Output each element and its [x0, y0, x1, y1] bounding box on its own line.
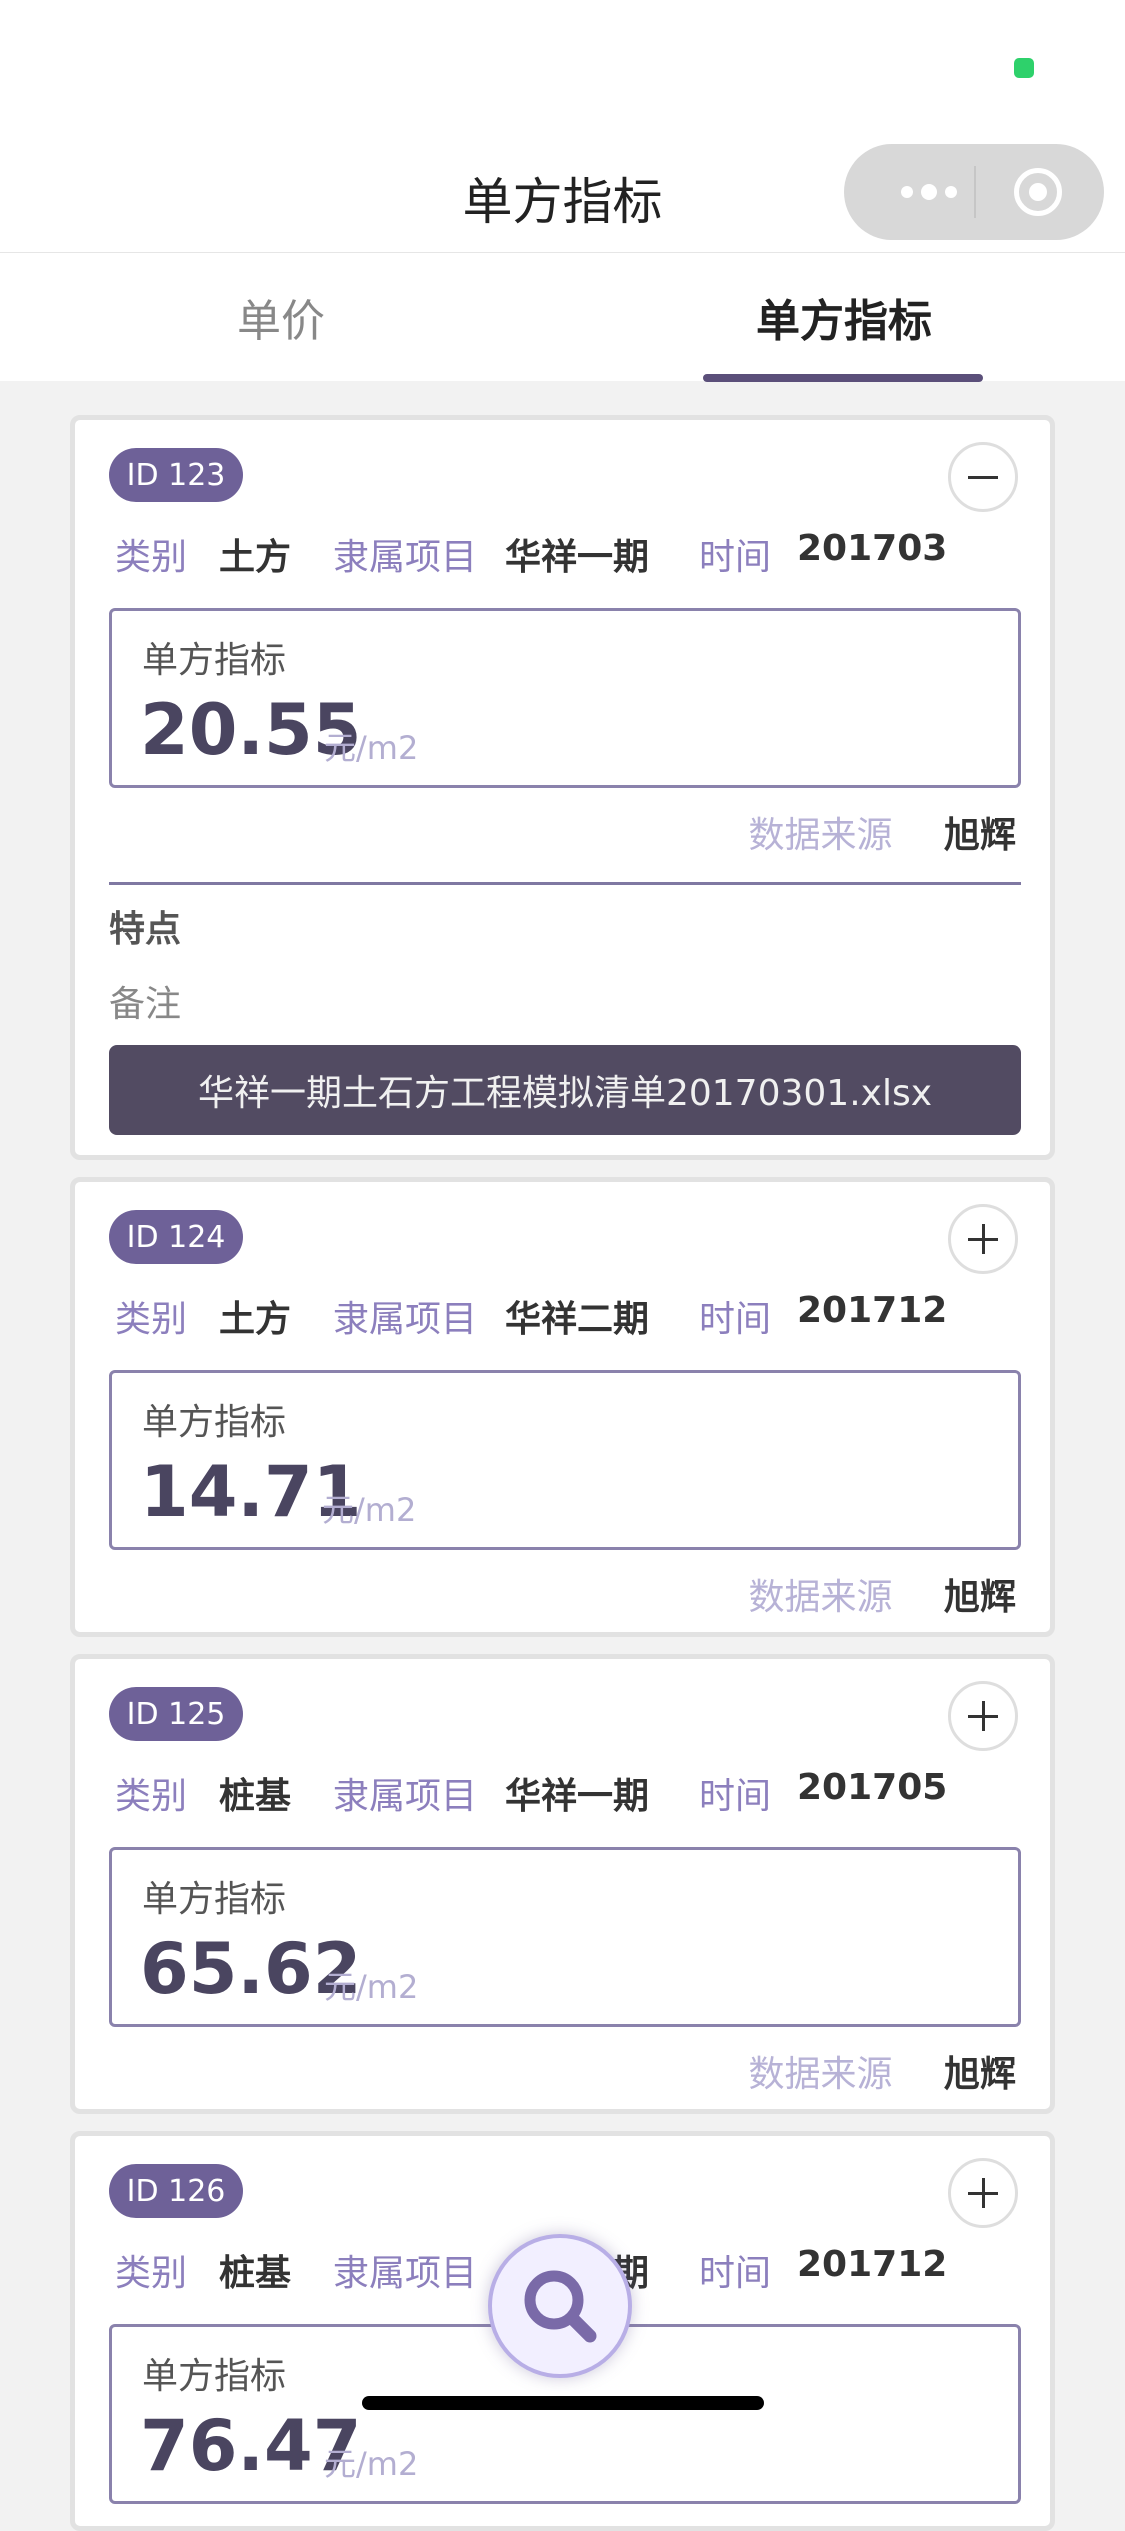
- metric-label: 单方指标: [142, 1879, 287, 1920]
- source-label: 数据来源: [748, 2054, 893, 2095]
- miniprogram-capsule: [844, 144, 1104, 240]
- project-value: 华祥一期: [505, 537, 650, 578]
- close-target-icon[interactable]: [1014, 168, 1062, 216]
- status-indicator-icon: [1014, 58, 1034, 78]
- section-divider: [109, 882, 1021, 885]
- id-badge: ID 124: [109, 1210, 243, 1264]
- time-value: 201712: [797, 1290, 948, 1331]
- source-row: 数据来源 旭辉: [749, 806, 1016, 858]
- navbar: 单方指标: [0, 130, 1125, 253]
- feature-heading: 特点: [109, 909, 182, 950]
- category-label: 类别: [115, 1299, 188, 1340]
- metric-label: 单方指标: [142, 640, 287, 681]
- category-value: 土方: [219, 1299, 292, 1340]
- metric-card: ID 125 类别 桩基 隶属项目 华祥一期 时间 201705 单方指标 65…: [70, 1654, 1055, 2114]
- tab-bar: 单价 单方指标: [0, 253, 1125, 382]
- time-value: 201705: [797, 1767, 948, 1808]
- source-value: 旭辉: [943, 2054, 1016, 2095]
- plus-icon-bar: [982, 1224, 985, 1254]
- metric-unit: 元/m2: [324, 729, 419, 767]
- metric-unit: 元/m2: [322, 1491, 417, 1529]
- expand-toggle-button[interactable]: [948, 2158, 1018, 2228]
- project-label: 隶属项目: [333, 537, 478, 578]
- source-row: 数据来源 旭辉: [749, 1568, 1016, 1620]
- time-label: 时间: [699, 1776, 772, 1817]
- note-label: 备注: [109, 984, 182, 1025]
- id-badge: ID 125: [109, 1687, 243, 1741]
- metric-unit: 元/m2: [324, 2445, 419, 2483]
- id-badge: ID 126: [109, 2164, 243, 2218]
- metric-unit: 元/m2: [324, 1968, 419, 2006]
- search-icon: [524, 2270, 597, 2343]
- category-value: 土方: [219, 537, 292, 578]
- metric-box: 单方指标 65.62 元/m2: [109, 1847, 1021, 2027]
- capsule-divider: [974, 166, 976, 218]
- metric-card: ID 123 类别 土方 隶属项目 华祥一期 时间 201703 单方指标 20…: [70, 415, 1055, 1160]
- plus-icon-bar: [982, 1701, 985, 1731]
- project-label: 隶属项目: [333, 2253, 478, 2294]
- time-value: 201712: [797, 2244, 948, 2285]
- category-label: 类别: [115, 537, 188, 578]
- category-label: 类别: [115, 2253, 188, 2294]
- more-icon[interactable]: [884, 144, 974, 240]
- category-value: 桩基: [219, 2253, 292, 2294]
- project-value: 华祥二期: [505, 1299, 650, 1340]
- source-value: 旭辉: [943, 1577, 1016, 1618]
- source-label: 数据来源: [748, 1577, 893, 1618]
- active-tab-underline: [703, 374, 983, 382]
- search-fab-button[interactable]: [488, 2234, 632, 2378]
- metric-box: 单方指标 20.55 元/m2: [109, 608, 1021, 788]
- metric-label: 单方指标: [142, 1402, 287, 1443]
- metric-label: 单方指标: [142, 2356, 287, 2397]
- minus-icon: [968, 476, 998, 479]
- category-value: 桩基: [219, 1776, 292, 1817]
- time-label: 时间: [699, 537, 772, 578]
- time-label: 时间: [699, 2253, 772, 2294]
- home-indicator: [362, 2396, 764, 2410]
- project-label: 隶属项目: [333, 1299, 478, 1340]
- attachment-file-button[interactable]: 华祥一期土石方工程模拟清单20170301.xlsx: [109, 1045, 1021, 1135]
- time-value: 201703: [797, 528, 948, 569]
- time-label: 时间: [699, 1299, 772, 1340]
- tab-unit-price[interactable]: 单价: [0, 253, 562, 381]
- category-label: 类别: [115, 1776, 188, 1817]
- source-row: 数据来源 旭辉: [749, 2045, 1016, 2097]
- source-value: 旭辉: [943, 815, 1016, 856]
- project-label: 隶属项目: [333, 1776, 478, 1817]
- metric-card: ID 124 类别 土方 隶属项目 华祥二期 时间 201712 单方指标 14…: [70, 1177, 1055, 1637]
- tab-unit-metric[interactable]: 单方指标: [563, 253, 1125, 381]
- plus-icon-bar: [982, 2178, 985, 2208]
- id-badge: ID 123: [109, 448, 243, 502]
- collapse-toggle-button[interactable]: [948, 442, 1018, 512]
- expand-toggle-button[interactable]: [948, 1204, 1018, 1274]
- source-label: 数据来源: [748, 815, 893, 856]
- expand-toggle-button[interactable]: [948, 1681, 1018, 1751]
- metric-box: 单方指标 14.71 元/m2: [109, 1370, 1021, 1550]
- status-bar: [0, 0, 1125, 130]
- project-value: 华祥一期: [505, 1776, 650, 1817]
